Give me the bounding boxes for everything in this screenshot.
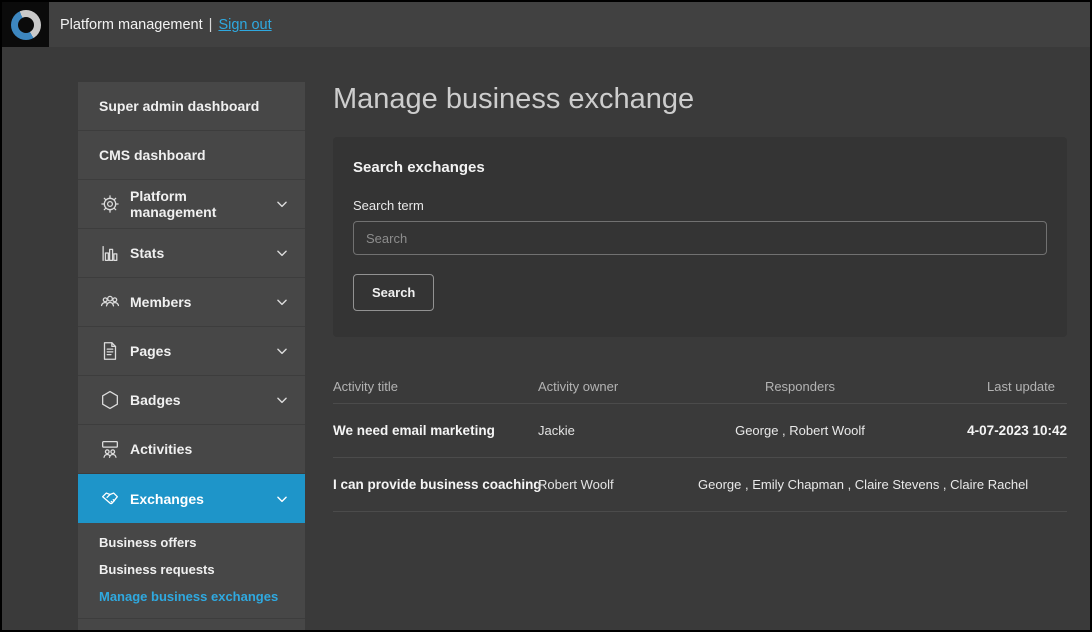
- cell-activity-title: We need email marketing: [333, 423, 538, 438]
- search-term-label: Search term: [353, 198, 1047, 213]
- handshake-icon: [99, 488, 121, 510]
- booth-people-icon: [99, 438, 121, 460]
- cell-last-update: 4-07-2023 10:42: [902, 423, 1067, 438]
- chevron-down-icon: [275, 393, 289, 407]
- people-icon: [99, 291, 121, 313]
- cell-responders: George , Robert Woolf: [698, 423, 902, 438]
- chevron-down-icon: [275, 246, 289, 260]
- sidebar-item-challenges[interactable]: Challenges: [78, 619, 305, 632]
- header-responders: Responders: [698, 379, 902, 394]
- cell-activity-owner: Jackie: [538, 423, 698, 438]
- sidebar-item-cms-dashboard[interactable]: CMS dashboard: [78, 131, 305, 180]
- sidebar-subitem-manage-business-exchanges[interactable]: Manage business exchanges: [78, 583, 305, 610]
- sidebar-item-badges[interactable]: Badges: [78, 376, 305, 425]
- chevron-down-icon: [275, 492, 289, 506]
- sidebar-item-pages[interactable]: Pages: [78, 327, 305, 376]
- bar-chart-icon: [99, 242, 121, 264]
- exchanges-table: Activity title Activity owner Responders…: [333, 379, 1067, 512]
- search-button[interactable]: Search: [353, 274, 434, 311]
- chevron-down-icon: [275, 295, 289, 309]
- header-last-update: Last update: [902, 379, 1067, 394]
- topbar-separator: |: [209, 17, 213, 33]
- sidebar-item-activities[interactable]: Activities: [78, 425, 305, 474]
- sidebar: Super admin dashboard CMS dashboard Plat…: [78, 82, 305, 630]
- page-title: Manage business exchange: [333, 80, 1069, 118]
- sidebar-item-exchanges[interactable]: Exchanges: [78, 474, 305, 523]
- sidebar-subitem-business-offers[interactable]: Business offers: [78, 529, 305, 556]
- chevron-down-icon: [275, 344, 289, 358]
- gear-icon: [99, 193, 121, 215]
- cell-activity-owner: Robert Woolf: [538, 477, 698, 492]
- table-row[interactable]: We need email marketing Jackie George , …: [333, 404, 1067, 458]
- cell-activity-title: I can provide business coaching: [333, 477, 538, 492]
- main-content: Manage business exchange Search exchange…: [333, 80, 1069, 512]
- sign-out-link[interactable]: Sign out: [218, 17, 271, 33]
- search-input[interactable]: [353, 221, 1047, 255]
- sidebar-item-platform-management[interactable]: Platform management: [78, 180, 305, 229]
- sidebar-item-stats[interactable]: Stats: [78, 229, 305, 278]
- hexagon-icon: [99, 389, 121, 411]
- topbar-title: Platform management: [60, 17, 203, 33]
- chevron-down-icon: [275, 197, 289, 211]
- cell-responders: George , Emily Chapman , Claire Stevens …: [698, 477, 1028, 492]
- app-logo[interactable]: [2, 2, 49, 47]
- search-panel: Search exchanges Search term Search: [333, 137, 1067, 337]
- sidebar-item-super-admin-dashboard[interactable]: Super admin dashboard: [78, 82, 305, 131]
- cell-last-update: 4-07-2023 10:42: [1028, 477, 1092, 492]
- header-activity-owner: Activity owner: [538, 379, 698, 394]
- sidebar-item-members[interactable]: Members: [78, 278, 305, 327]
- sidebar-subitem-business-requests[interactable]: Business requests: [78, 556, 305, 583]
- app-window: Platform management | Sign out Super adm…: [0, 0, 1092, 632]
- table-header: Activity title Activity owner Responders…: [333, 379, 1067, 404]
- header-activity-title: Activity title: [333, 379, 538, 394]
- topbar: Platform management | Sign out: [2, 2, 1090, 47]
- table-row[interactable]: I can provide business coaching Robert W…: [333, 458, 1067, 512]
- document-icon: [99, 340, 121, 362]
- search-panel-title: Search exchanges: [353, 159, 1047, 176]
- ring-logo-icon: [11, 10, 41, 40]
- exchanges-submenu: Business offers Business requests Manage…: [78, 523, 305, 619]
